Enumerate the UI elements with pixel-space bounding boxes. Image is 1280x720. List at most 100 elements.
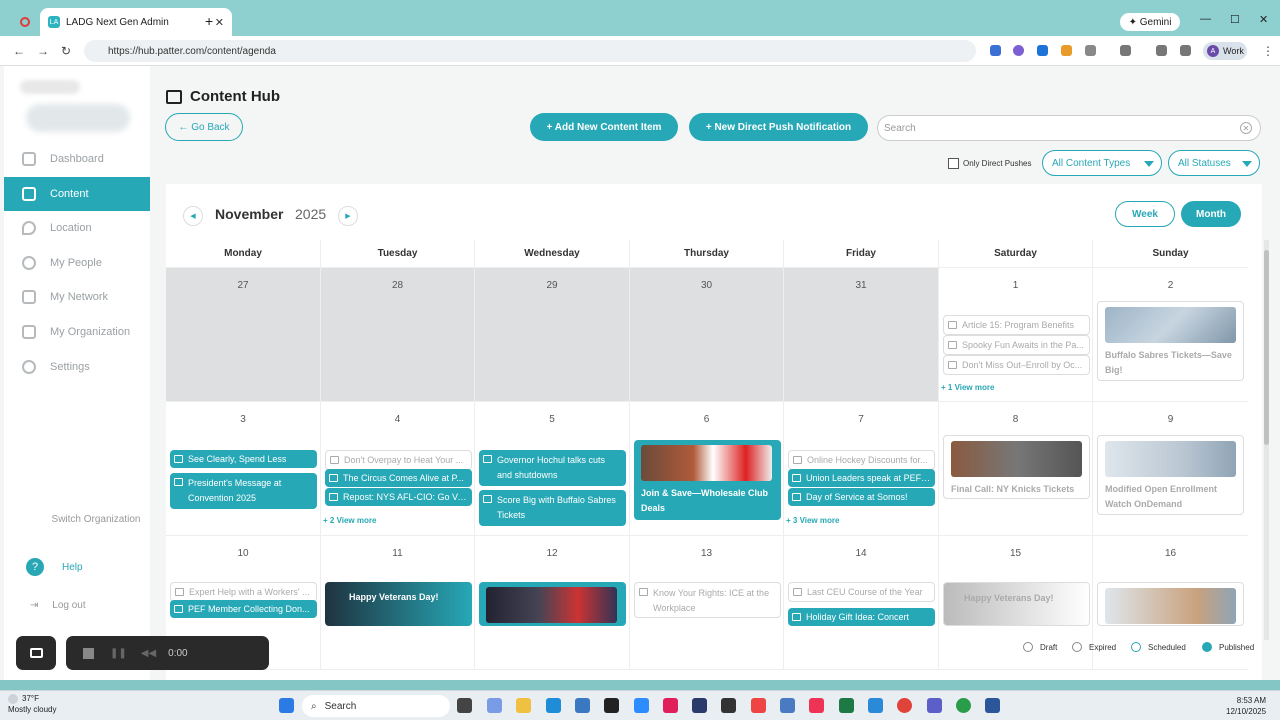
app-icon[interactable]: [721, 698, 736, 713]
event-item[interactable]: See Clearly, Spend Less: [170, 450, 317, 468]
new-tab-icon[interactable]: +: [205, 13, 213, 29]
event-item[interactable]: Online Hockey Discounts for...: [788, 450, 935, 470]
minimize-icon[interactable]: —: [1200, 13, 1211, 25]
logout-link[interactable]: ⇥ Log out: [30, 600, 86, 611]
extension-icon[interactable]: [1061, 45, 1072, 56]
day-cell[interactable]: 31: [784, 268, 939, 402]
calendar-scrollbar[interactable]: [1264, 240, 1269, 640]
extension-icon[interactable]: [990, 45, 1001, 56]
weather-widget[interactable]: 37°F Mostly cloudy: [8, 693, 56, 715]
day-cell[interactable]: 13 Know Your Rights: ICE at the Workplac…: [630, 536, 784, 670]
status-select[interactable]: All Statuses: [1168, 150, 1260, 176]
reload-icon[interactable]: ↻: [61, 44, 71, 58]
sidebar-item-my-organization[interactable]: My Organization: [4, 315, 150, 349]
event-item[interactable]: [479, 582, 626, 626]
event-item[interactable]: Happy Veterans Day!: [943, 582, 1090, 626]
only-direct-pushes-checkbox[interactable]: Only Direct Pushes: [948, 158, 1031, 169]
event-item[interactable]: Final Call: NY Knicks Tickets: [943, 435, 1090, 499]
window-close-icon[interactable]: ✕: [1259, 13, 1268, 26]
excel-icon[interactable]: [839, 698, 854, 713]
day-cell[interactable]: 29: [475, 268, 630, 402]
system-clock[interactable]: 8:53 AM 12/10/2025: [1226, 695, 1266, 717]
event-item[interactable]: Holiday Gift Idea: Concert: [788, 608, 935, 626]
sidebar-item-my-network[interactable]: My Network: [4, 280, 150, 314]
event-item[interactable]: The Circus Comes Alive at P...: [325, 469, 472, 487]
chrome-icon[interactable]: [956, 698, 971, 713]
day-cell[interactable]: 9 Modified Open Enrollment Watch OnDeman…: [1093, 402, 1248, 536]
extension-icon[interactable]: [1037, 45, 1048, 56]
day-cell[interactable]: 8 Final Call: NY Knicks Tickets: [939, 402, 1093, 536]
zoom-icon[interactable]: [634, 698, 649, 713]
taskbar-search[interactable]: ⌕ Search: [302, 695, 450, 717]
search-input[interactable]: Search ✕: [877, 115, 1261, 141]
copilot-icon[interactable]: [487, 698, 502, 713]
tab-close-icon[interactable]: ✕: [215, 16, 224, 29]
event-item[interactable]: Don't Miss Out–Enroll by Oc...: [943, 355, 1090, 375]
task-view-icon[interactable]: [457, 698, 472, 713]
content-type-select[interactable]: All Content Types: [1042, 150, 1162, 176]
switch-organization-button[interactable]: Switch Organization: [24, 512, 144, 542]
event-item[interactable]: [1097, 582, 1244, 626]
view-more-link[interactable]: + 3 View more: [786, 516, 839, 525]
day-cell[interactable]: 3 See Clearly, Spend Less President's Me…: [166, 402, 321, 536]
week-view-button[interactable]: Week: [1115, 201, 1175, 227]
browser-menu-icon[interactable]: ⋮: [1262, 44, 1274, 58]
event-item[interactable]: Union Leaders speak at PEF ...: [788, 469, 935, 487]
download-icon[interactable]: [1156, 45, 1167, 56]
view-more-link[interactable]: + 2 View more: [323, 516, 376, 525]
event-item[interactable]: Expert Help with a Workers' ...: [170, 582, 317, 602]
teams-icon[interactable]: [927, 698, 942, 713]
event-item[interactable]: Spooky Fun Awaits in the Pa...: [943, 335, 1090, 355]
event-item[interactable]: Repost: NYS AFL-CIO: Go Vo...: [325, 488, 472, 506]
event-item[interactable]: Score Big with Buffalo Sabres Tickets: [479, 490, 626, 526]
scrollbar-thumb[interactable]: [1264, 250, 1269, 445]
app-icon[interactable]: [692, 698, 707, 713]
puzzle-icon[interactable]: [1085, 45, 1096, 56]
file-explorer-icon[interactable]: [516, 698, 531, 713]
month-view-button[interactable]: Month: [1181, 201, 1241, 227]
pause-icon[interactable]: ❚❚: [110, 648, 127, 659]
tab-search-icon[interactable]: [1120, 45, 1131, 56]
forward-icon[interactable]: →: [37, 44, 49, 58]
event-item[interactable]: Modified Open Enrollment Watch OnDemand: [1097, 435, 1244, 515]
event-item[interactable]: President's Message at Convention 2025: [170, 473, 317, 509]
new-push-button[interactable]: + New Direct Push Notification: [689, 113, 868, 141]
word-icon[interactable]: [985, 698, 1000, 713]
sidebar-item-dashboard[interactable]: Dashboard: [4, 142, 150, 176]
camera-button[interactable]: [16, 636, 56, 670]
day-cell[interactable]: 28: [321, 268, 475, 402]
day-cell[interactable]: 7 Online Hockey Discounts for... Union L…: [784, 402, 939, 536]
day-cell[interactable]: 2 Buffalo Sabres Tickets—Save Big!: [1093, 268, 1248, 402]
browser-tab[interactable]: LA LADG Next Gen Admin ✕: [40, 8, 232, 36]
outlook-icon[interactable]: [780, 698, 795, 713]
view-more-link[interactable]: + 1 View more: [941, 383, 994, 392]
rewind-icon[interactable]: ◀◀: [141, 648, 156, 659]
stop-icon[interactable]: [83, 647, 94, 659]
sidebar-item-location[interactable]: Location: [4, 211, 150, 245]
windows-start-icon[interactable]: [279, 698, 294, 713]
event-item[interactable]: Buffalo Sabres Tickets—Save Big!: [1097, 301, 1244, 381]
next-month-button[interactable]: ▶: [338, 206, 358, 226]
day-cell[interactable]: 12: [475, 536, 630, 670]
sidebar-item-my-people[interactable]: My People: [4, 246, 150, 280]
day-cell[interactable]: 15 Happy Veterans Day!: [939, 536, 1093, 670]
go-back-button[interactable]: ← Go Back: [165, 113, 243, 141]
media-icon[interactable]: [1180, 45, 1191, 56]
slack-icon[interactable]: [663, 698, 678, 713]
back-icon[interactable]: ←: [13, 44, 25, 58]
sidebar-item-settings[interactable]: Settings: [4, 350, 150, 384]
help-link[interactable]: ? Help: [26, 558, 83, 576]
event-item[interactable]: Last CEU Course of the Year: [788, 582, 935, 602]
day-cell[interactable]: 11 Happy Veterans Day!: [321, 536, 475, 670]
event-item[interactable]: Join & Save—Wholesale Club Deals: [634, 440, 781, 520]
day-cell[interactable]: 27: [166, 268, 321, 402]
event-item[interactable]: Article 15: Program Benefits: [943, 315, 1090, 335]
clear-search-icon[interactable]: ✕: [1240, 122, 1252, 134]
extension-icon[interactable]: [1013, 45, 1024, 56]
gemini-button[interactable]: ✦ Gemini: [1120, 13, 1180, 31]
day-cell[interactable]: 1 Article 15: Program Benefits Spooky Fu…: [939, 268, 1093, 402]
day-cell[interactable]: 30: [630, 268, 784, 402]
add-content-button[interactable]: + Add New Content Item: [530, 113, 678, 141]
day-cell[interactable]: 4 Don't Overpay to Heat Your ... The Cir…: [321, 402, 475, 536]
music-icon[interactable]: [809, 698, 824, 713]
